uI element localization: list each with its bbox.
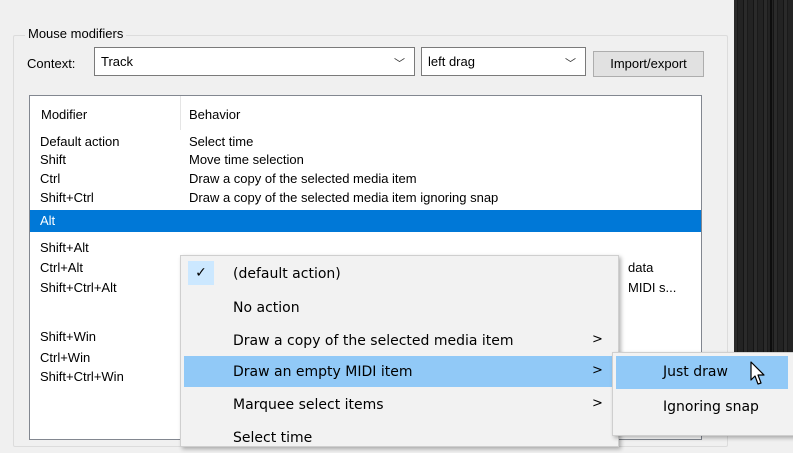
list-header: Modifier Behavior bbox=[30, 96, 701, 130]
chevron-right-icon: > bbox=[592, 396, 603, 411]
menu-item-no-action[interactable]: No action bbox=[184, 292, 613, 323]
menu-item-label: Draw an empty MIDI item bbox=[233, 364, 413, 380]
behavior-cell: Move time selection bbox=[189, 152, 304, 167]
menu-item-label: Select time bbox=[233, 430, 313, 446]
behavior-cell: data bbox=[628, 260, 654, 275]
drag-type-value: left drag bbox=[428, 54, 475, 69]
modifier-cell: Shift+Win bbox=[40, 329, 96, 344]
menu-item-label: No action bbox=[233, 300, 300, 316]
column-header-modifier[interactable]: Modifier bbox=[41, 107, 87, 122]
context-dropdown[interactable]: Track ﹀ bbox=[94, 47, 415, 76]
table-row-selected[interactable]: Alt bbox=[30, 210, 701, 232]
menu-item-label: Marquee select items bbox=[233, 397, 384, 413]
menu-item-label: Just draw bbox=[663, 364, 728, 380]
menu-item-select-time[interactable]: Select time bbox=[184, 422, 613, 453]
modifier-cell: Shift bbox=[40, 152, 67, 167]
menu-item-label: (default action) bbox=[233, 266, 341, 282]
context-label: Context: bbox=[27, 56, 76, 71]
table-row[interactable]: Shift Move time selection bbox=[30, 151, 701, 170]
column-divider[interactable] bbox=[180, 96, 181, 130]
import-export-button[interactable]: Import/export bbox=[593, 51, 704, 77]
modifier-cell: Ctrl+Alt bbox=[40, 260, 83, 275]
menu-item-marquee-select[interactable]: Marquee select items > bbox=[184, 389, 613, 420]
chevron-right-icon: > bbox=[592, 332, 603, 347]
submenu-item-ignoring-snap[interactable]: Ignoring snap bbox=[616, 391, 788, 424]
behavior-cell: Select time bbox=[189, 134, 254, 149]
menu-item-draw-empty-midi[interactable]: Draw an empty MIDI item > bbox=[184, 356, 613, 387]
context-value: Track bbox=[101, 54, 134, 69]
behavior-cell: MIDI s... bbox=[628, 280, 677, 295]
modifier-cell: Ctrl+Win bbox=[40, 350, 91, 365]
column-header-behavior[interactable]: Behavior bbox=[189, 107, 240, 122]
behavior-context-menu: ✓ (default action) No action Draw a copy… bbox=[180, 255, 619, 447]
chevron-down-icon: ﹀ bbox=[565, 58, 576, 70]
menu-item-draw-copy[interactable]: Draw a copy of the selected media item > bbox=[184, 325, 613, 356]
menu-item-default-action[interactable]: ✓ (default action) bbox=[184, 258, 613, 289]
modifier-cell: Shift+Ctrl bbox=[40, 190, 94, 205]
menu-item-label: Draw a copy of the selected media item bbox=[233, 333, 514, 349]
chevron-down-icon: ﹀ bbox=[394, 58, 405, 70]
modifier-cell: Default action bbox=[40, 134, 120, 149]
modifier-cell: Shift+Alt bbox=[40, 240, 89, 255]
modifier-cell: Alt bbox=[40, 213, 56, 228]
behavior-cell: Draw a copy of the selected media item bbox=[189, 171, 417, 186]
drag-type-dropdown[interactable]: left drag ﹀ bbox=[421, 47, 586, 76]
table-row[interactable]: Ctrl Draw a copy of the selected media it… bbox=[30, 170, 701, 189]
menu-item-label: Ignoring snap bbox=[663, 399, 759, 415]
group-title: Mouse modifiers bbox=[25, 26, 127, 41]
table-row[interactable]: Default action Select time bbox=[30, 133, 701, 152]
mouse-pointer-icon bbox=[750, 361, 765, 385]
table-row[interactable]: Shift+Ctrl Draw a copy of the selected me… bbox=[30, 189, 701, 208]
modifier-cell: Ctrl bbox=[40, 171, 61, 186]
behavior-cell: Draw a copy of the selected media item i… bbox=[189, 190, 499, 205]
chevron-right-icon: > bbox=[592, 363, 603, 378]
modifier-cell: Shift+Ctrl+Alt bbox=[40, 280, 117, 295]
modifier-cell: Shift+Ctrl+Win bbox=[40, 369, 124, 384]
checkmark-icon: ✓ bbox=[188, 261, 214, 285]
